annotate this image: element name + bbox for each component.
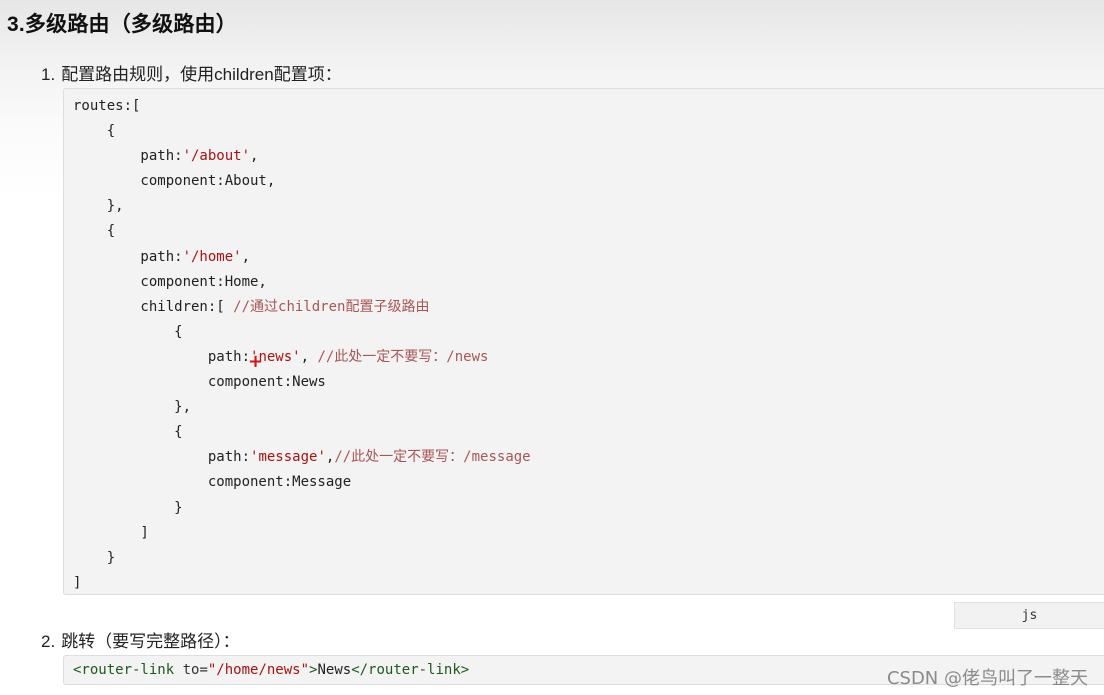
section-heading: 3.多级路由（多级路由） xyxy=(7,13,237,36)
code-text: component:News xyxy=(73,374,326,391)
code-line: component:Home, xyxy=(73,270,1104,295)
list-item-configure-routes: 1. 配置路由规则，使用children配置项： xyxy=(41,60,342,85)
code-line: { xyxy=(73,119,1104,144)
csdn-watermark: CSDN @佬鸟叫了一整天 xyxy=(886,668,1088,689)
code-line: ] xyxy=(73,521,1104,546)
code-text: path: xyxy=(73,248,183,265)
code-text: ] xyxy=(73,524,149,541)
code-string: 'message' xyxy=(250,449,326,466)
code-line: } xyxy=(73,546,1104,571)
code-text: , xyxy=(250,148,259,165)
code-comment: //此处一定不要写：/news xyxy=(317,348,489,365)
code-language-badge[interactable]: js xyxy=(954,602,1104,629)
code-line: ] xyxy=(73,571,1104,596)
code-text: ] xyxy=(73,574,82,591)
code-text: } xyxy=(73,499,183,516)
code-line: routes:[ xyxy=(73,94,1104,119)
code-text: } xyxy=(73,549,116,566)
code-text: path: xyxy=(73,148,183,165)
code-text: }, xyxy=(73,399,192,416)
code-line: }, xyxy=(73,194,1104,219)
list-number: 1. xyxy=(41,65,56,84)
code-line: { xyxy=(73,420,1104,445)
code-comment: //此处一定不要写：/message xyxy=(334,449,531,466)
code-text: path: xyxy=(73,348,251,365)
code-text: { xyxy=(73,323,183,340)
code-text: children:[ xyxy=(73,298,234,315)
list-item-text: 跳转（要写完整路径）： xyxy=(61,632,240,651)
code-line: path:'message',//此处一定不要写：/message xyxy=(73,445,1104,470)
code-line: }, xyxy=(73,395,1104,420)
code-string: '/home' xyxy=(182,248,242,265)
code-text: { xyxy=(73,223,116,240)
code-line: } xyxy=(73,496,1104,521)
code-tag: <router-link xyxy=(73,662,175,678)
code-block-routes[interactable]: routes:[ { path:'/about', component:Abou… xyxy=(63,88,1104,595)
code-line: children:[ //通过children配置子级路由 xyxy=(73,295,1104,320)
code-line: path:'/home', xyxy=(73,245,1104,270)
mouse-cursor-crosshair-icon: + xyxy=(248,351,264,372)
code-line: component:News xyxy=(73,370,1104,395)
code-text: { xyxy=(73,424,183,441)
code-attribute: to= xyxy=(174,662,208,678)
code-line: path:'news', //此处一定不要写：/news xyxy=(73,345,1104,370)
code-text: , xyxy=(241,248,251,265)
list-item-navigation: 2. 跳转（要写完整路径）： xyxy=(41,627,240,652)
code-text: path: xyxy=(73,449,251,466)
code-string: "/home/news" xyxy=(207,662,310,678)
code-text: News xyxy=(317,662,352,678)
code-line: { xyxy=(73,219,1104,244)
code-comment: //通过children配置子级路由 xyxy=(233,298,430,315)
list-item-text: 配置路由规则，使用children配置项： xyxy=(61,65,342,84)
code-tag: </router-link> xyxy=(351,662,470,678)
list-number: 2. xyxy=(41,632,56,651)
code-string: '/about' xyxy=(182,148,251,165)
code-line: path:'/about', xyxy=(73,144,1104,169)
code-text: routes:[ xyxy=(73,98,141,114)
code-line: component:Message xyxy=(73,470,1104,495)
code-line: component:About, xyxy=(73,169,1104,194)
code-text: }, xyxy=(73,198,124,215)
code-text: component:Message xyxy=(73,474,352,491)
code-text: { xyxy=(73,123,116,140)
code-text: , xyxy=(300,348,318,365)
code-text: component:About, xyxy=(73,173,276,190)
code-line: { xyxy=(73,320,1104,345)
code-text: component:Home, xyxy=(73,273,267,290)
